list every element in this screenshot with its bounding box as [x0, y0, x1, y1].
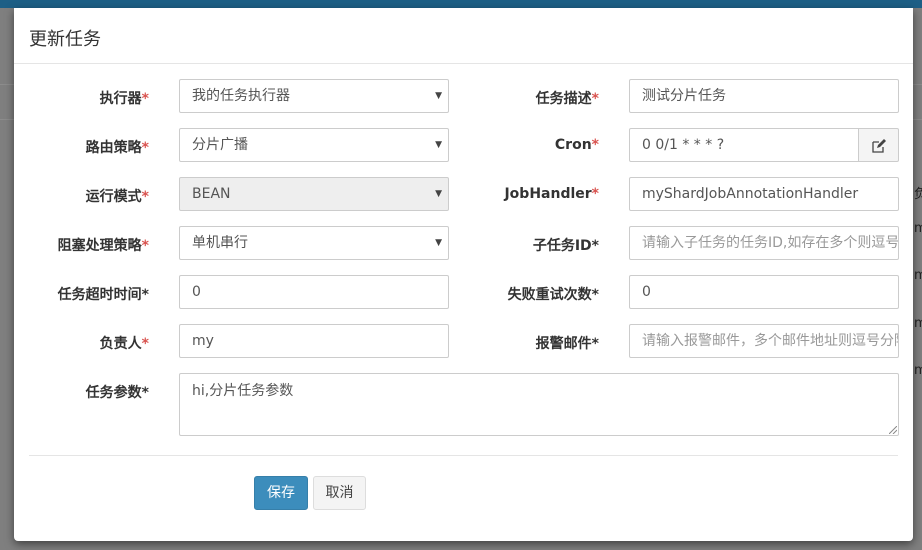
cron-input[interactable]: 0 0/1 * * * ? [629, 128, 859, 162]
cron-edit-button[interactable] [859, 128, 899, 162]
background-text: m [914, 316, 922, 331]
save-button[interactable]: 保存 [254, 476, 308, 510]
background-text: m [914, 268, 922, 283]
job-handler-input[interactable]: myShardJobAnnotationHandler [629, 177, 899, 211]
caret-down-icon: ▼ [435, 189, 442, 199]
route-strategy-label: 路由策略* [85, 140, 149, 156]
caret-down-icon: ▼ [435, 91, 442, 101]
block-strategy-label: 阻塞处理策略* [57, 238, 149, 254]
background-text: m [914, 363, 922, 378]
modal-title: 更新任务 [29, 29, 101, 50]
timeout-input[interactable]: 0 [179, 275, 449, 309]
cancel-button[interactable]: 取消 [313, 476, 366, 510]
child-job-id-label: 子任务ID* [532, 238, 599, 254]
caret-down-icon: ▼ [435, 140, 442, 150]
caret-down-icon: ▼ [435, 238, 442, 248]
executor-label: 执行器* [99, 91, 149, 107]
job-handler-label: JobHandler* [504, 186, 599, 202]
resize-grip-icon[interactable] [889, 426, 897, 434]
owner-input[interactable]: my [179, 324, 449, 358]
params-textarea[interactable]: hi,分片任务参数 [179, 373, 899, 436]
retry-count-label: 失败重试次数* [507, 287, 599, 303]
run-mode-select[interactable]: BEAN ▼ [179, 177, 449, 211]
edit-icon [872, 139, 886, 153]
owner-label: 负责人* [99, 336, 149, 352]
timeout-label: 任务超时时间* [57, 287, 149, 303]
footer-divider [29, 455, 898, 456]
executor-select[interactable]: 我的任务执行器 ▼ [179, 79, 449, 113]
params-label: 任务参数* [85, 385, 149, 401]
alarm-email-label: 报警邮件* [535, 336, 599, 352]
update-job-modal: 更新任务 执行器* 我的任务执行器 ▼ 路由策略* 分片广播 ▼ 运行模式* BEA… [14, 8, 913, 541]
route-strategy-select[interactable]: 分片广播 ▼ [179, 128, 449, 162]
description-input[interactable]: 测试分片任务 [629, 79, 899, 113]
block-strategy-select[interactable]: 单机串行 ▼ [179, 226, 449, 260]
cron-label: Cron* [554, 137, 599, 153]
retry-count-input[interactable]: 0 [629, 275, 899, 309]
background-text: m [914, 221, 922, 236]
alarm-email-input[interactable]: 请输入报警邮件，多个邮件地址则逗号分隔 [629, 324, 899, 358]
app-top-bar [0, 0, 922, 8]
description-label: 任务描述* [535, 91, 599, 107]
child-job-id-input[interactable]: 请输入子任务的任务ID,如存在多个则逗号分隔 [629, 226, 899, 260]
background-text: 负 [914, 187, 922, 202]
run-mode-label: 运行模式* [85, 189, 149, 205]
modal-header: 更新任务 [14, 8, 913, 64]
